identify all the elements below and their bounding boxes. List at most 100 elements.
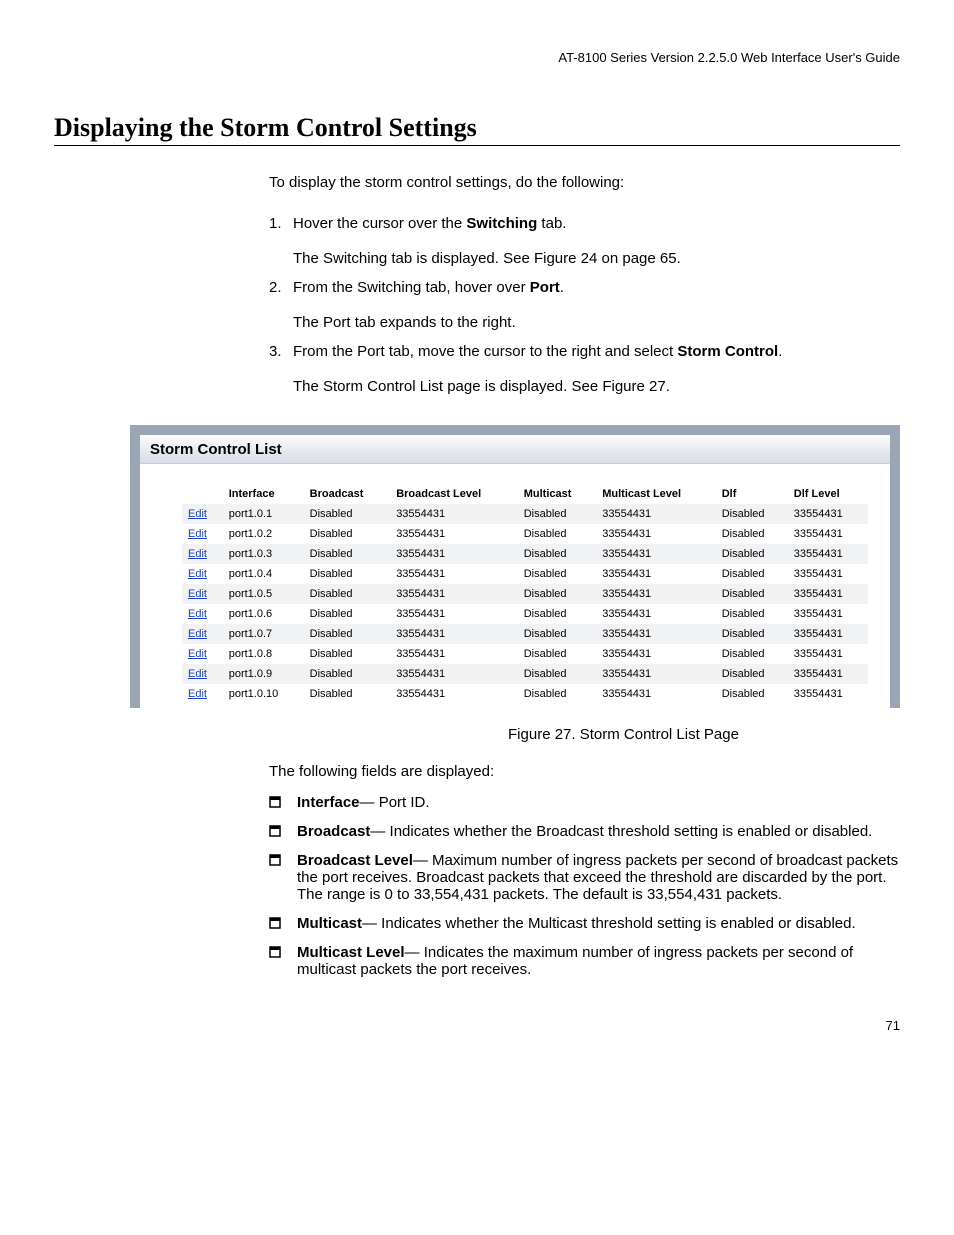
- table-cell: port1.0.2: [223, 524, 304, 544]
- column-header: Dlf Level: [788, 484, 868, 504]
- table-cell: 33554431: [788, 604, 868, 624]
- table-cell: Disabled: [304, 624, 391, 644]
- table-row: Editport1.0.10Disabled33554431Disabled33…: [182, 684, 868, 704]
- storm-control-panel: Storm Control List InterfaceBroadcastBro…: [130, 425, 900, 708]
- table-cell: 33554431: [788, 564, 868, 584]
- definition-item: Multicast— Indicates whether the Multica…: [269, 915, 900, 932]
- table-cell: 33554431: [390, 544, 518, 564]
- section-title: Displaying the Storm Control Settings: [54, 113, 900, 143]
- edit-link[interactable]: Edit: [188, 628, 207, 640]
- table-cell: 33554431: [390, 524, 518, 544]
- table-row: Editport1.0.3Disabled33554431Disabled335…: [182, 544, 868, 564]
- table-cell: 33554431: [596, 624, 715, 644]
- step-content: From the Port tab, move the cursor to th…: [293, 343, 900, 395]
- table-cell: Disabled: [716, 644, 788, 664]
- table-cell: Disabled: [304, 664, 391, 684]
- bullet-icon: [269, 823, 297, 840]
- definition-item: Broadcast— Indicates whether the Broadca…: [269, 823, 900, 840]
- table-cell: port1.0.10: [223, 684, 304, 704]
- table-cell: Disabled: [716, 604, 788, 624]
- table-cell: Disabled: [304, 564, 391, 584]
- table-cell: 33554431: [596, 544, 715, 564]
- table-cell: port1.0.1: [223, 504, 304, 524]
- table-cell: Disabled: [716, 544, 788, 564]
- table-cell: 33554431: [390, 604, 518, 624]
- table-row: Editport1.0.2Disabled33554431Disabled335…: [182, 524, 868, 544]
- step-line: Hover the cursor over the Switching tab.: [293, 215, 900, 232]
- edit-link[interactable]: Edit: [188, 668, 207, 680]
- step-line: The Switching tab is displayed. See Figu…: [293, 250, 900, 267]
- table-cell: 33554431: [390, 504, 518, 524]
- bullet-icon: [269, 915, 297, 932]
- edit-link[interactable]: Edit: [188, 528, 207, 540]
- table-cell: Disabled: [304, 644, 391, 664]
- step-line: From the Switching tab, hover over Port.: [293, 279, 900, 296]
- edit-link[interactable]: Edit: [188, 588, 207, 600]
- table-cell: Disabled: [518, 644, 596, 664]
- edit-link[interactable]: Edit: [188, 508, 207, 520]
- step-line: The Port tab expands to the right.: [293, 314, 900, 331]
- definition-text: Multicast Level— Indicates the maximum n…: [297, 944, 900, 978]
- table-cell: 33554431: [788, 684, 868, 704]
- table-cell: 33554431: [596, 564, 715, 584]
- table-cell: 33554431: [596, 584, 715, 604]
- edit-link[interactable]: Edit: [188, 648, 207, 660]
- edit-link[interactable]: Edit: [188, 548, 207, 560]
- definition-item: Interface— Port ID.: [269, 794, 900, 811]
- table-row: Editport1.0.9Disabled33554431Disabled335…: [182, 664, 868, 684]
- column-header: Dlf: [716, 484, 788, 504]
- table-cell: Disabled: [716, 684, 788, 704]
- table-cell: Disabled: [304, 604, 391, 624]
- table-cell: 33554431: [390, 684, 518, 704]
- table-cell: port1.0.8: [223, 644, 304, 664]
- table-cell: Disabled: [716, 524, 788, 544]
- table-row: Editport1.0.8Disabled33554431Disabled335…: [182, 644, 868, 664]
- table-cell: Disabled: [518, 604, 596, 624]
- figure-caption: Figure 27. Storm Control List Page: [347, 726, 900, 743]
- panel-title: Storm Control List: [140, 435, 890, 464]
- column-header: Broadcast: [304, 484, 391, 504]
- page-header: AT-8100 Series Version 2.2.5.0 Web Inter…: [54, 50, 900, 65]
- table-cell: 33554431: [596, 524, 715, 544]
- column-header: Broadcast Level: [390, 484, 518, 504]
- edit-link[interactable]: Edit: [188, 688, 207, 700]
- table-row: Editport1.0.7Disabled33554431Disabled335…: [182, 624, 868, 644]
- table-cell: 33554431: [788, 544, 868, 564]
- table-cell: port1.0.4: [223, 564, 304, 584]
- table-cell: port1.0.7: [223, 624, 304, 644]
- step-line: The Storm Control List page is displayed…: [293, 378, 900, 395]
- edit-link[interactable]: Edit: [188, 608, 207, 620]
- table-row: Editport1.0.6Disabled33554431Disabled335…: [182, 604, 868, 624]
- table-cell: 33554431: [596, 504, 715, 524]
- intro-text: To display the storm control settings, d…: [269, 174, 900, 191]
- table-cell: 33554431: [788, 624, 868, 644]
- storm-control-table: InterfaceBroadcastBroadcast Level Multica…: [182, 484, 868, 704]
- edit-link[interactable]: Edit: [188, 568, 207, 580]
- column-header: Multicast Level: [596, 484, 715, 504]
- table-cell: Disabled: [518, 624, 596, 644]
- table-cell: Disabled: [518, 684, 596, 704]
- step-number: 2.: [269, 279, 293, 331]
- table-row: Editport1.0.4Disabled33554431Disabled335…: [182, 564, 868, 584]
- step-content: From the Switching tab, hover over Port.…: [293, 279, 900, 331]
- table-cell: 33554431: [390, 664, 518, 684]
- table-cell: Disabled: [518, 564, 596, 584]
- followup-text: The following fields are displayed:: [269, 763, 900, 780]
- column-header: Interface: [223, 484, 304, 504]
- bullet-icon: [269, 944, 297, 978]
- table-cell: port1.0.3: [223, 544, 304, 564]
- table-cell: port1.0.6: [223, 604, 304, 624]
- definition-text: Broadcast Level— Maximum number of ingre…: [297, 852, 900, 903]
- bullet-icon: [269, 794, 297, 811]
- table-cell: Disabled: [518, 524, 596, 544]
- step-line: From the Port tab, move the cursor to th…: [293, 343, 900, 360]
- table-cell: Disabled: [304, 524, 391, 544]
- step-number: 1.: [269, 215, 293, 267]
- definition-text: Broadcast— Indicates whether the Broadca…: [297, 823, 900, 840]
- table-cell: Disabled: [716, 584, 788, 604]
- step-number: 3.: [269, 343, 293, 395]
- table-cell: Disabled: [518, 544, 596, 564]
- title-rule: [54, 145, 900, 146]
- table-cell: Disabled: [304, 684, 391, 704]
- table-cell: Disabled: [518, 504, 596, 524]
